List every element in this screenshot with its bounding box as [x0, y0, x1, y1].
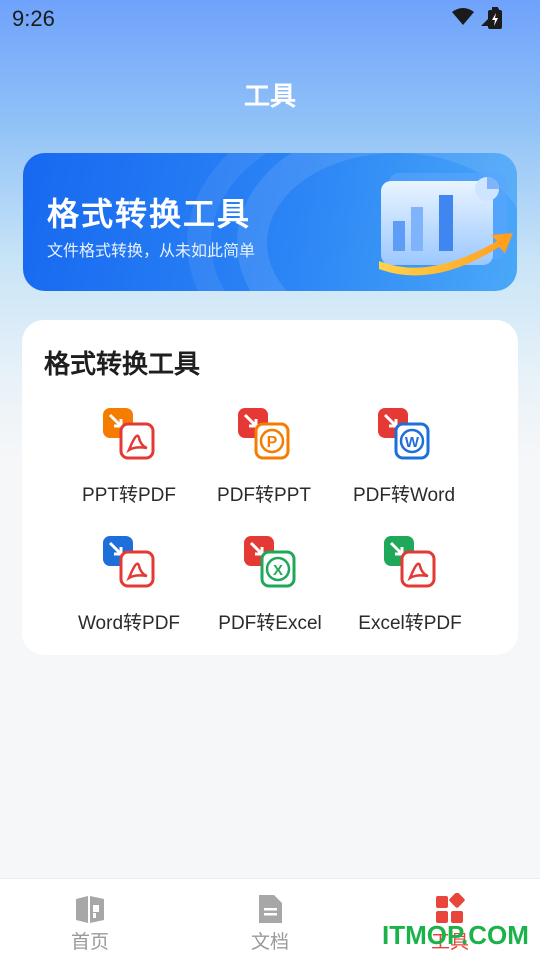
tab-documents[interactable]: 文档 [180, 879, 360, 960]
chart-conversion-illustration [379, 173, 513, 276]
word-to-pdf-icon [103, 536, 155, 588]
pdf-to-excel-icon: X [244, 536, 296, 588]
status-time: 9:26 [12, 6, 55, 31]
tool-label: PPT转PDF [82, 485, 176, 506]
ppt-letter: P [267, 434, 278, 451]
page-title: 工具 [243, 82, 296, 112]
tab-label: 首页 [70, 931, 109, 953]
tools-card-title: 格式转换工具 [44, 350, 201, 380]
tool-ppt-to-pdf[interactable]: PPT转PDF [54, 406, 204, 516]
home-doc-icon [76, 896, 104, 923]
promo-banner[interactable]: 格式转换工具 文件格式转换，从未如此简单 [23, 153, 517, 291]
ppt-to-pdf-icon [103, 408, 155, 460]
tool-excel-to-pdf[interactable]: Excel转PDF [335, 534, 485, 644]
tool-label: PDF转PPT [217, 485, 311, 506]
watermark: ITMOP.COM [382, 920, 529, 950]
excel-letter: X [273, 562, 283, 579]
tool-pdf-to-excel[interactable]: X PDF转Excel [195, 534, 345, 644]
tab-label: 文档 [250, 931, 289, 953]
tool-pdf-to-ppt[interactable]: P PDF转PPT [189, 406, 339, 516]
word-letter: W [405, 434, 420, 451]
tab-home[interactable]: 首页 [0, 879, 180, 960]
battery-icon [488, 7, 502, 29]
excel-to-pdf-icon [384, 536, 436, 588]
tool-pdf-to-word[interactable]: W PDF转Word [329, 406, 479, 516]
tool-word-to-pdf[interactable]: Word转PDF [54, 534, 204, 644]
wifi-icon [452, 8, 474, 25]
pdf-to-word-icon: W [378, 408, 430, 460]
document-icon [259, 895, 282, 923]
banner-title: 格式转换工具 [47, 195, 252, 233]
tool-label: PDF转Word [352, 485, 456, 506]
tool-label: PDF转Excel [218, 613, 322, 634]
tool-label: Excel转PDF [358, 613, 462, 634]
tool-label: Word转PDF [77, 613, 181, 634]
tools-card: 格式转换工具 PPT转PDF P PDF转PPT W PDF转Word Word… [22, 320, 518, 655]
status-bar: 9:26 [0, 0, 540, 38]
pdf-to-ppt-icon: P [238, 408, 290, 460]
banner-subtitle: 文件格式转换，从未如此简单 [47, 241, 256, 260]
